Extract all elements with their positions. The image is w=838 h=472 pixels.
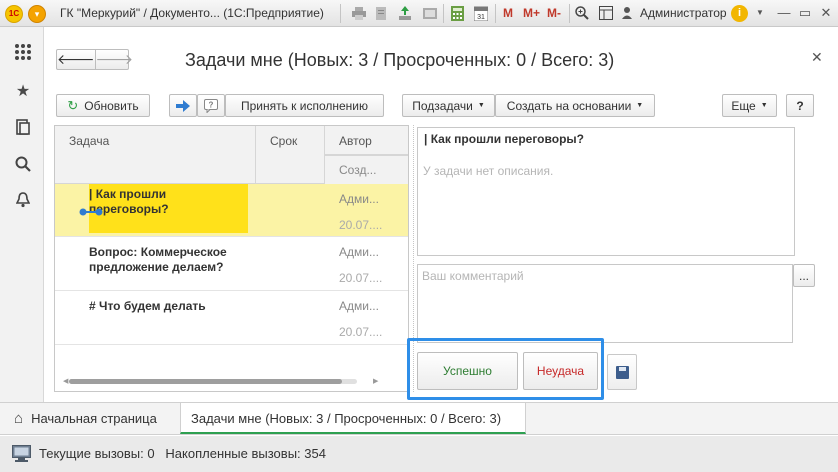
task-description: | Как прошли переговоры? У задачи нет оп… bbox=[417, 127, 795, 256]
table-row-selected[interactable]: | Как прошли переговоры? Адми... 20.07..… bbox=[55, 184, 408, 237]
maximize-icon[interactable]: ▭ bbox=[796, 4, 814, 22]
svg-text:31: 31 bbox=[477, 14, 485, 21]
row-author: Адми... bbox=[339, 299, 379, 313]
row-task-title-line: предложение делаем? bbox=[89, 260, 224, 274]
document-icon[interactable] bbox=[421, 4, 439, 22]
memory-button[interactable]: M bbox=[503, 6, 513, 20]
open-task-button[interactable] bbox=[169, 94, 197, 117]
refresh-label: Обновить bbox=[84, 98, 139, 113]
column-header-author[interactable]: Автор bbox=[325, 126, 408, 155]
row-author: Адми... bbox=[339, 192, 379, 206]
task-description-empty: У задачи нет описания. bbox=[423, 164, 554, 178]
column-header-task[interactable]: Задача bbox=[55, 126, 256, 184]
dependency-link-icon bbox=[79, 206, 103, 220]
calculator-icon[interactable] bbox=[448, 4, 466, 22]
horizontal-scrollbar[interactable]: ◀ ▶ bbox=[55, 377, 378, 385]
window-list-icon[interactable] bbox=[597, 4, 615, 22]
tab-home-label: Начальная страница bbox=[31, 411, 157, 426]
navigation-buttons: 🡐 🡒 bbox=[56, 49, 133, 70]
tasks-table: Задача Срок Автор Созд... | Как прошли п… bbox=[54, 125, 409, 392]
app-logo-icon: 1С bbox=[5, 5, 23, 23]
notifications-bell-icon[interactable] bbox=[13, 190, 33, 210]
arrow-right-icon bbox=[176, 99, 190, 112]
main-menu-button[interactable]: ▾ bbox=[28, 5, 46, 23]
print-icon[interactable] bbox=[350, 4, 368, 22]
subtasks-dropdown[interactable]: Подзадачи ▼ bbox=[402, 94, 495, 117]
row-task-title: Вопрос: Коммерческое предложение делаем? bbox=[89, 245, 227, 275]
minimize-icon[interactable]: — bbox=[775, 4, 793, 22]
zoom-icon[interactable] bbox=[573, 4, 591, 22]
svg-text:?: ? bbox=[209, 100, 214, 109]
row-task-title: | Как прошли переговоры? bbox=[89, 184, 248, 233]
scroll-thumb[interactable] bbox=[69, 379, 342, 384]
more-label: Еще bbox=[731, 98, 756, 113]
print-preview-icon[interactable] bbox=[373, 4, 391, 22]
row-date: 20.07.... bbox=[339, 271, 383, 285]
page-title: Задачи мне (Новых: 3 / Просроченных: 0 /… bbox=[185, 50, 615, 70]
sections-panel: ★ bbox=[0, 27, 44, 402]
memory-minus-button[interactable]: M- bbox=[547, 6, 561, 20]
create-based-on-label: Создать на основании bbox=[506, 98, 632, 113]
memory-plus-button[interactable]: M+ bbox=[523, 6, 540, 20]
refresh-icon: ↻ bbox=[67, 97, 79, 113]
row-task-title-line: Вопрос: Коммерческое bbox=[89, 245, 227, 259]
close-form-icon[interactable]: ✕ bbox=[811, 49, 823, 66]
status-text: Текущие вызовы: 0 Накопленные вызовы: 35… bbox=[39, 446, 326, 461]
server-calls-icon bbox=[12, 445, 31, 462]
sections-menu-icon[interactable] bbox=[13, 42, 33, 62]
question-bubble-icon: ? bbox=[204, 98, 218, 113]
calendar-icon[interactable]: 31 bbox=[472, 4, 490, 22]
title-bar: 1С ▾ ГК "Меркурий" / Документо... (1С:Пр… bbox=[0, 0, 838, 27]
tab-home[interactable]: ⌂ Начальная страница bbox=[0, 403, 157, 434]
table-row[interactable]: # Что будем делать Адми... 20.07.... bbox=[55, 291, 408, 345]
row-date: 20.07.... bbox=[339, 218, 383, 232]
chevron-down-icon: ▼ bbox=[636, 102, 644, 109]
dropdown-icon[interactable]: ▼ bbox=[751, 4, 769, 22]
separator bbox=[495, 4, 496, 23]
user-icon bbox=[621, 4, 633, 22]
create-based-on-dropdown[interactable]: Создать на основании ▼ bbox=[495, 94, 655, 117]
close-window-icon[interactable]: ✕ bbox=[817, 4, 835, 22]
ask-question-button[interactable]: ? bbox=[197, 94, 225, 117]
row-task-title: # Что будем делать bbox=[89, 299, 206, 313]
row-date: 20.07.... bbox=[339, 325, 383, 339]
separator bbox=[443, 4, 444, 23]
chevron-down-icon: ▼ bbox=[760, 102, 768, 109]
search-icon[interactable] bbox=[13, 154, 33, 174]
separator bbox=[340, 4, 341, 23]
window-title: ГК "Меркурий" / Документо... (1С:Предпри… bbox=[60, 6, 324, 20]
info-icon[interactable]: i bbox=[731, 5, 748, 22]
separator bbox=[569, 4, 570, 23]
column-header-created[interactable]: Созд... bbox=[325, 155, 408, 184]
history-icon[interactable] bbox=[13, 117, 33, 137]
task-description-title: | Как прошли переговоры? bbox=[424, 132, 584, 146]
comment-placeholder: Ваш комментарий bbox=[422, 269, 524, 283]
more-dropdown[interactable]: Еще ▼ bbox=[722, 94, 777, 117]
current-user[interactable]: Администратор bbox=[640, 6, 727, 20]
chevron-down-icon: ▼ bbox=[477, 102, 485, 109]
row-author: Адми... bbox=[339, 245, 379, 259]
scroll-right-icon[interactable]: ▶ bbox=[373, 377, 378, 385]
result-buttons-highlight bbox=[407, 338, 604, 400]
forward-arrow-icon[interactable]: 🡒 bbox=[94, 50, 133, 69]
table-row[interactable]: Вопрос: Коммерческое предложение делаем?… bbox=[55, 237, 408, 291]
open-windows-bar: ⌂ Начальная страница Задачи мне (Новых: … bbox=[0, 402, 838, 435]
column-header-deadline[interactable]: Срок bbox=[256, 126, 325, 184]
scroll-left-icon[interactable]: ◀ bbox=[63, 377, 68, 385]
status-bar: Текущие вызовы: 0 Накопленные вызовы: 35… bbox=[0, 436, 838, 472]
subtasks-label: Подзадачи bbox=[412, 98, 473, 113]
refresh-button[interactable]: ↻ Обновить bbox=[56, 94, 150, 117]
home-icon: ⌂ bbox=[14, 410, 24, 427]
favorites-star-icon[interactable]: ★ bbox=[13, 81, 33, 101]
comment-field[interactable]: Ваш комментарий bbox=[417, 264, 793, 343]
back-arrow-icon[interactable]: 🡐 bbox=[57, 50, 95, 69]
save-comment-button[interactable] bbox=[607, 354, 637, 390]
help-button[interactable]: ? bbox=[786, 94, 814, 117]
floppy-disk-icon bbox=[615, 365, 629, 379]
tab-tasks[interactable]: Задачи мне (Новых: 3 / Просроченных: 0 /… bbox=[180, 403, 526, 434]
save-file-icon[interactable] bbox=[396, 4, 414, 22]
accept-for-execution-button[interactable]: Принять к исполнению bbox=[225, 94, 384, 117]
task-form: 🡐 🡒 Задачи мне (Новых: 3 / Просроченных:… bbox=[44, 27, 838, 402]
comment-more-button[interactable]: ... bbox=[793, 264, 815, 287]
